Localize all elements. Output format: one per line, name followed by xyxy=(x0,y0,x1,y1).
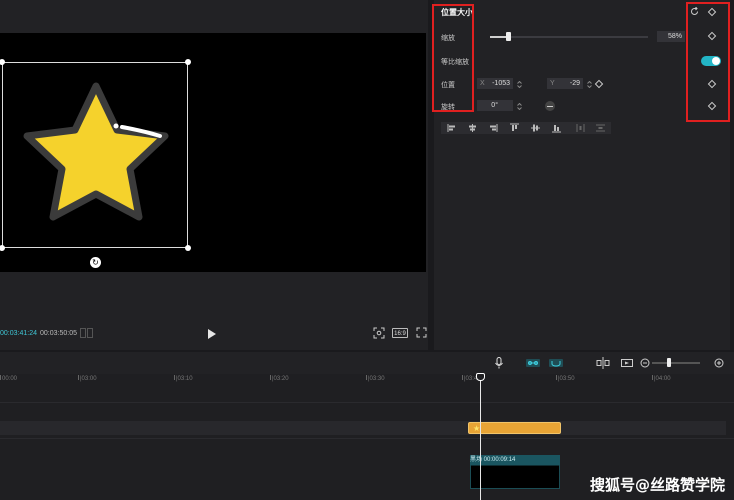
rotate-handle-icon[interactable]: ↻ xyxy=(90,257,101,268)
position-y-field[interactable]: Y -29 xyxy=(547,78,583,89)
grid-icon[interactable] xyxy=(80,328,93,338)
x-value: -1053 xyxy=(492,80,510,87)
zoom-out-icon[interactable] xyxy=(640,357,650,369)
split-icon[interactable] xyxy=(596,357,610,369)
align-left-icon[interactable] xyxy=(441,122,462,134)
rotation-dial[interactable] xyxy=(545,101,555,111)
rotation-stepper-icon[interactable] xyxy=(517,102,522,111)
scale-slider-knob[interactable] xyxy=(506,32,511,41)
fit-screen-icon[interactable] xyxy=(373,327,385,339)
align-center-v-icon[interactable] xyxy=(525,122,546,134)
microphone-icon[interactable] xyxy=(495,357,503,369)
ruler-tick: |03:20 xyxy=(270,375,289,382)
highlight-labels xyxy=(432,4,474,112)
ruler-tick: 00:00 xyxy=(0,375,18,382)
main-clip-thumbnail xyxy=(471,466,559,488)
fullscreen-icon[interactable] xyxy=(416,327,427,338)
rotation-value: 0° xyxy=(491,102,498,109)
position-x-field[interactable]: X -1053 xyxy=(477,78,513,89)
ruler-tick: |03:50 xyxy=(556,375,575,382)
watermark: 搜狐号@丝路赞学院 xyxy=(590,476,726,494)
align-right-icon[interactable] xyxy=(483,122,504,134)
ruler-tick: |03:10 xyxy=(174,375,193,382)
x-stepper-icon[interactable] xyxy=(517,80,522,89)
play-button[interactable] xyxy=(207,328,217,340)
playhead-handle[interactable] xyxy=(476,373,485,381)
highlight-keyframes xyxy=(686,2,730,122)
scale-slider[interactable] xyxy=(490,36,648,38)
align-top-icon[interactable] xyxy=(504,122,525,134)
ruler-tick: |04:00 xyxy=(652,375,671,382)
x-label: X xyxy=(480,80,485,87)
align-center-h-icon[interactable] xyxy=(462,122,483,134)
current-time: 00:03:41:24 xyxy=(0,330,37,337)
resize-handle-tr[interactable] xyxy=(185,59,191,65)
y-stepper-icon[interactable] xyxy=(587,80,592,89)
zoom-in-icon[interactable] xyxy=(714,357,724,369)
aspect-ratio-button[interactable]: 16:9 xyxy=(392,328,408,338)
preview-icon[interactable] xyxy=(621,357,633,369)
zoom-slider[interactable] xyxy=(652,362,700,364)
ruler-tick: |03:00 xyxy=(78,375,97,382)
distribute-h-icon[interactable] xyxy=(570,122,591,134)
timeline-ruler[interactable] xyxy=(0,374,734,386)
zoom-slider-knob[interactable] xyxy=(667,358,671,367)
y-label: Y xyxy=(550,80,555,87)
rotation-field[interactable]: 0° xyxy=(477,100,513,111)
sticker-track xyxy=(0,421,726,435)
align-bottom-icon[interactable] xyxy=(546,122,567,134)
main-clip-label: 黑场 00:00:09:14 xyxy=(470,455,560,465)
ruler-tick: |03:30 xyxy=(366,375,385,382)
distribute-v-icon[interactable] xyxy=(590,122,611,134)
playhead[interactable] xyxy=(480,374,481,500)
total-time: 00:03:50:05 xyxy=(40,330,77,337)
sticker-clip[interactable]: ★ xyxy=(468,422,561,434)
scale-value-field[interactable]: 58% xyxy=(657,31,685,42)
y-value: -29 xyxy=(569,80,580,87)
link-icon[interactable] xyxy=(526,357,540,369)
resize-handle-tl[interactable] xyxy=(0,59,5,65)
selection-box[interactable] xyxy=(0,59,191,251)
track-divider xyxy=(0,402,734,403)
track-divider xyxy=(0,438,734,439)
magnet-icon[interactable] xyxy=(549,357,563,369)
resize-handle-br[interactable] xyxy=(185,245,191,251)
